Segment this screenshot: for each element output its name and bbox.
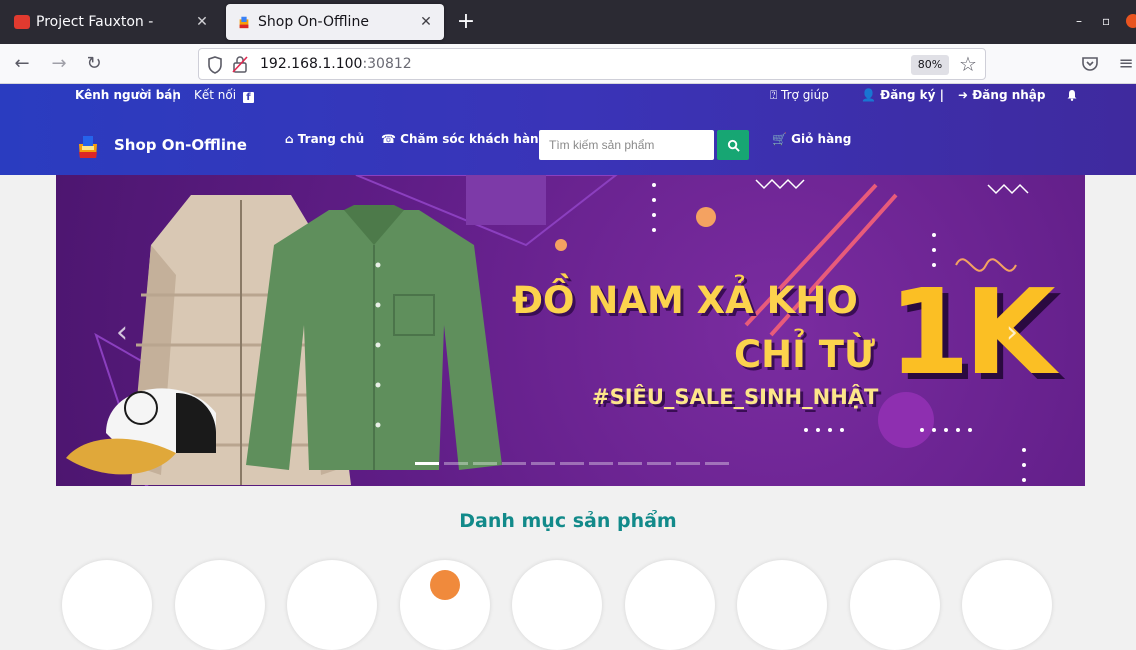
bookmark-star-icon[interactable]: ☆ [959, 52, 977, 76]
close-tab-icon[interactable]: ✕ [418, 14, 434, 30]
search-icon [727, 139, 740, 152]
category-item[interactable] [737, 560, 827, 650]
forward-button[interactable]: → [47, 52, 71, 76]
nav-home-label: Trang chủ [297, 132, 365, 146]
carousel-indicator[interactable] [705, 462, 729, 465]
nav-customer-care[interactable]: ☎ Chăm sóc khách hàng [381, 132, 547, 146]
banner-price: 1K [888, 263, 1056, 401]
green-shirt-image [246, 205, 502, 470]
carousel-indicator[interactable] [647, 462, 671, 465]
zoom-level-badge[interactable]: 80% [911, 55, 949, 75]
connect-link[interactable]: Kết nối f [194, 88, 254, 103]
login-label: Đăng nhập [972, 88, 1046, 102]
help-link[interactable]: ⍰ Trợ giúp [770, 88, 829, 103]
maximize-button[interactable]: ▫ [1102, 14, 1110, 28]
carousel-indicator[interactable] [560, 462, 584, 465]
tab-shop-on-offline[interactable]: Shop On-Offline ✕ [226, 4, 444, 40]
nav-home[interactable]: ⌂ Trang chủ [285, 132, 364, 146]
browser-tab-bar: Project Fauxton - ✕ Shop On-Offline ✕ + … [0, 0, 1136, 44]
seller-channel-link[interactable]: Kênh người bán [75, 88, 181, 102]
shop-favicon-icon [239, 16, 249, 29]
address-bar[interactable]: 192.168.1.100:30812 80% ☆ [198, 48, 986, 80]
browser-toolbar: ← → ↻ 192.168.1.100:30812 80% ☆ ≡ [0, 44, 1136, 84]
banner-headline: ĐỒ NAM XẢ KHO [512, 279, 858, 322]
app-menu-button[interactable]: ≡ [1114, 52, 1136, 76]
category-item[interactable] [512, 560, 602, 650]
category-item[interactable] [849, 560, 940, 650]
nav-cart[interactable]: 🛒 Giỏ hàng [772, 132, 851, 146]
tab-title: Project Fauxton - [36, 14, 154, 30]
carousel-indicator[interactable] [531, 462, 555, 465]
help-icon: ⍰ [770, 88, 778, 102]
register-link[interactable]: 👤 Đăng ký | [861, 88, 944, 102]
couchdb-favicon-icon [14, 15, 30, 29]
carousel-prev-icon[interactable]: ‹ [116, 315, 128, 350]
carousel-indicator[interactable] [444, 462, 468, 465]
close-window-button[interactable] [1126, 14, 1136, 28]
facebook-icon[interactable]: f [242, 92, 254, 103]
insecure-lock-icon[interactable] [232, 55, 248, 73]
carousel-indicators [415, 462, 729, 465]
category-item[interactable] [287, 560, 377, 650]
baseball-cap-image [66, 388, 216, 475]
shield-icon[interactable] [207, 56, 223, 74]
nav-cart-label: Giỏ hàng [791, 132, 852, 146]
carousel-indicator[interactable] [502, 462, 526, 465]
carousel-indicator[interactable] [473, 462, 497, 465]
carousel-next-icon[interactable]: › [1006, 315, 1018, 350]
category-item[interactable] [624, 560, 715, 650]
nav-care-label: Chăm sóc khách hàng [400, 132, 548, 146]
support-icon: ☎ [381, 132, 396, 146]
category-item[interactable] [962, 560, 1052, 650]
category-item[interactable] [174, 560, 265, 650]
login-link[interactable]: ➜ Đăng nhập [958, 88, 1046, 102]
connect-label: Kết nối [194, 88, 237, 102]
promo-banner-carousel[interactable]: ĐỒ NAM XẢ KHO CHỈ TỪ 1K #SIÊU_SALE_SINH_… [56, 175, 1085, 486]
banner-hashtag: #SIÊU_SALE_SINH_NHẬT [592, 385, 879, 409]
brand-name[interactable]: Shop On-Offline [114, 136, 247, 154]
search-button[interactable] [717, 130, 749, 160]
header-separator: | [172, 88, 177, 102]
banner-subheadline: CHỈ TỪ [734, 333, 875, 376]
search-input[interactable] [539, 130, 714, 160]
sign-in-icon: ➜ [958, 88, 969, 102]
help-label: Trợ giúp [781, 88, 829, 102]
tab-project-fauxton[interactable]: Project Fauxton - ✕ [4, 4, 220, 40]
add-user-icon: 👤 [861, 88, 876, 102]
shop-logo-icon[interactable] [76, 132, 100, 160]
url-text: 192.168.1.100:30812 [260, 56, 412, 72]
close-tab-icon[interactable]: ✕ [194, 14, 210, 30]
category-item[interactable] [399, 560, 490, 650]
category-item[interactable] [62, 560, 152, 650]
notification-bell-icon[interactable] [1066, 89, 1078, 101]
register-label: Đăng ký [880, 88, 936, 102]
carousel-indicator[interactable] [589, 462, 613, 465]
carousel-indicator[interactable] [618, 462, 642, 465]
carousel-indicator[interactable] [676, 462, 700, 465]
url-port: :30812 [362, 56, 412, 72]
carousel-indicator[interactable] [415, 462, 439, 465]
cart-icon: 🛒 [772, 132, 787, 146]
category-image [429, 570, 460, 600]
pocket-icon[interactable] [1080, 54, 1100, 74]
site-header: Kênh người bán | Kết nối f ⍰ Trợ giúp 👤 … [0, 84, 1136, 175]
home-icon: ⌂ [285, 132, 294, 146]
tab-title: Shop On-Offline [258, 14, 369, 30]
reload-button[interactable]: ↻ [82, 52, 106, 76]
category-section-title: Danh mục sản phẩm [459, 510, 677, 532]
minimize-button[interactable]: – [1076, 14, 1082, 28]
url-host: 192.168.1.100 [260, 56, 363, 72]
back-button[interactable]: ← [10, 52, 34, 76]
new-tab-button[interactable]: + [455, 9, 477, 35]
